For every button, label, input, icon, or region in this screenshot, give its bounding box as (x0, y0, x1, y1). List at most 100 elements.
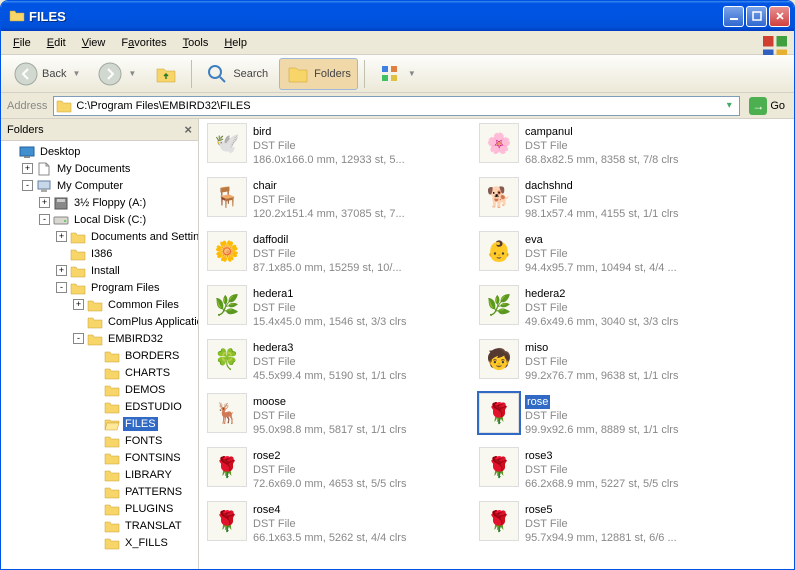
file-thumbnail: 🌹 (479, 501, 519, 541)
tree-toggle[interactable]: - (22, 180, 33, 191)
file-item[interactable]: 🪑chairDST File120.2x151.4 mm, 37085 st, … (207, 177, 471, 227)
file-item[interactable]: 🌸campanulDST File68.8x82.5 mm, 8358 st, … (479, 123, 743, 173)
file-meta: campanulDST File68.8x82.5 mm, 8358 st, 7… (525, 123, 743, 167)
file-name: moose (253, 395, 471, 409)
file-thumbnail: 👶 (479, 231, 519, 271)
file-item[interactable]: 🌼daffodilDST File87.1x85.0 mm, 15259 st,… (207, 231, 471, 281)
tree-item[interactable]: +My Documents (1, 160, 198, 177)
tree-item[interactable]: X_FILLS (1, 534, 198, 551)
tree-item[interactable]: +Documents and Settings (1, 228, 198, 245)
tree-item[interactable]: -My Computer (1, 177, 198, 194)
file-name: dachshnd (525, 179, 743, 193)
tree-item[interactable]: TRANSLAT (1, 517, 198, 534)
address-label: Address (5, 100, 49, 112)
tree-item[interactable]: +3½ Floppy (A:) (1, 194, 198, 211)
tree-toggle[interactable]: - (73, 333, 84, 344)
file-item[interactable]: 🌿hedera2DST File49.6x49.6 mm, 3040 st, 3… (479, 285, 743, 335)
minimize-button[interactable] (723, 6, 744, 27)
tree-item[interactable]: ComPlus Applications (1, 313, 198, 330)
file-item[interactable]: 🌿hedera1DST File15.4x45.0 mm, 1546 st, 3… (207, 285, 471, 335)
windows-logo-icon (760, 33, 790, 53)
address-dropdown-icon[interactable]: ▾ (721, 100, 737, 111)
file-stats: 95.7x94.9 mm, 12881 st, 6/6 ... (525, 531, 743, 545)
maximize-button[interactable] (746, 6, 767, 27)
file-item[interactable]: 🌹roseDST File99.9x92.6 mm, 8889 st, 1/1 … (479, 393, 743, 443)
file-name: rose5 (525, 503, 743, 517)
menu-view[interactable]: View (74, 35, 114, 51)
file-thumbnail: 🌹 (207, 501, 247, 541)
tree-item-label: ComPlus Applications (106, 315, 198, 329)
tree-toggle[interactable]: + (56, 265, 67, 276)
file-item[interactable]: 🌹rose4DST File66.1x63.5 mm, 5262 st, 4/4… (207, 501, 471, 551)
tree-item-label: I386 (89, 247, 114, 261)
tree-scroll[interactable]: Desktop+My Documents-My Computer+3½ Flop… (1, 141, 198, 569)
search-button[interactable]: Search (198, 58, 275, 90)
tree-item[interactable]: PATTERNS (1, 483, 198, 500)
file-name: hedera3 (253, 341, 471, 355)
tree-item[interactable]: I386 (1, 245, 198, 262)
file-item[interactable]: 🌹rose5DST File95.7x94.9 mm, 12881 st, 6/… (479, 501, 743, 551)
folder-icon (87, 332, 103, 346)
file-type: DST File (253, 301, 471, 315)
tree-item[interactable]: BORDERS (1, 347, 198, 364)
tree-toggle[interactable]: - (39, 214, 50, 225)
tree-toggle[interactable]: + (73, 299, 84, 310)
file-item[interactable]: 🌹rose2DST File72.6x69.0 mm, 4653 st, 5/5… (207, 447, 471, 497)
files-panel[interactable]: 🕊️birdDST File186.0x166.0 mm, 12933 st, … (199, 119, 794, 569)
tree-item[interactable]: EDSTUDIO (1, 398, 198, 415)
menu-edit[interactable]: Edit (39, 35, 74, 51)
close-button[interactable] (769, 6, 790, 27)
file-name: bird (253, 125, 471, 139)
folder-icon (104, 451, 120, 465)
file-item[interactable]: 🦌mooseDST File95.0x98.8 mm, 5817 st, 1/1… (207, 393, 471, 443)
folder-icon (104, 468, 120, 482)
menu-file[interactable]: File (5, 35, 39, 51)
tree-item[interactable]: FILES (1, 415, 198, 432)
file-item[interactable]: 🌹rose3DST File66.2x68.9 mm, 5227 st, 5/5… (479, 447, 743, 497)
file-type: DST File (253, 463, 471, 477)
tree-item[interactable]: PLUGINS (1, 500, 198, 517)
tree-item[interactable]: +Install (1, 262, 198, 279)
tree-toggle[interactable]: + (56, 231, 67, 242)
close-panel-button[interactable]: × (184, 122, 192, 137)
file-item[interactable]: 🐕dachshndDST File98.1x57.4 mm, 4155 st, … (479, 177, 743, 227)
tree-toggle[interactable]: + (39, 197, 50, 208)
tree-item[interactable]: -Program Files (1, 279, 198, 296)
tree-toggle[interactable]: + (22, 163, 33, 174)
address-input[interactable] (72, 100, 721, 112)
file-item[interactable]: 👶evaDST File94.4x95.7 mm, 10494 st, 4/4 … (479, 231, 743, 281)
file-item[interactable]: 🍀hedera3DST File45.5x99.4 mm, 5190 st, 1… (207, 339, 471, 389)
tree-item[interactable]: Desktop (1, 143, 198, 160)
tree-item-label: FONTS (123, 434, 164, 448)
views-button[interactable]: ▼ (371, 58, 423, 90)
tree-item[interactable]: FONTS (1, 432, 198, 449)
folders-button[interactable]: Folders (279, 58, 358, 90)
tree-item[interactable]: DEMOS (1, 381, 198, 398)
tree-item[interactable]: +Common Files (1, 296, 198, 313)
tree-item[interactable]: FONTSINS (1, 449, 198, 466)
file-meta: hedera3DST File45.5x99.4 mm, 5190 st, 1/… (253, 339, 471, 383)
tree-item[interactable]: CHARTS (1, 364, 198, 381)
tree-item[interactable]: LIBRARY (1, 466, 198, 483)
file-type: DST File (253, 193, 471, 207)
address-input-container[interactable]: ▾ (53, 96, 740, 116)
back-button[interactable]: Back ▼ (7, 58, 87, 90)
titlebar[interactable]: FILES (1, 1, 794, 31)
file-stats: 99.2x76.7 mm, 9638 st, 1/1 clrs (525, 369, 743, 383)
file-item[interactable]: 🕊️birdDST File186.0x166.0 mm, 12933 st, … (207, 123, 471, 173)
folders-icon (286, 62, 310, 86)
file-meta: dachshndDST File98.1x57.4 mm, 4155 st, 1… (525, 177, 743, 221)
menu-tools[interactable]: Tools (175, 35, 217, 51)
window-controls (723, 6, 790, 27)
folder-icon (104, 349, 120, 363)
up-button[interactable] (147, 58, 185, 90)
file-name: campanul (525, 125, 743, 139)
menu-help[interactable]: Help (216, 35, 255, 51)
tree-toggle[interactable]: - (56, 282, 67, 293)
tree-item[interactable]: -Local Disk (C:) (1, 211, 198, 228)
file-item[interactable]: 🧒misoDST File99.2x76.7 mm, 9638 st, 1/1 … (479, 339, 743, 389)
go-button[interactable]: → Go (744, 94, 790, 118)
menu-favorites[interactable]: Favorites (113, 35, 174, 51)
forward-button[interactable]: ▼ (91, 58, 143, 90)
tree-item[interactable]: -EMBIRD32 (1, 330, 198, 347)
